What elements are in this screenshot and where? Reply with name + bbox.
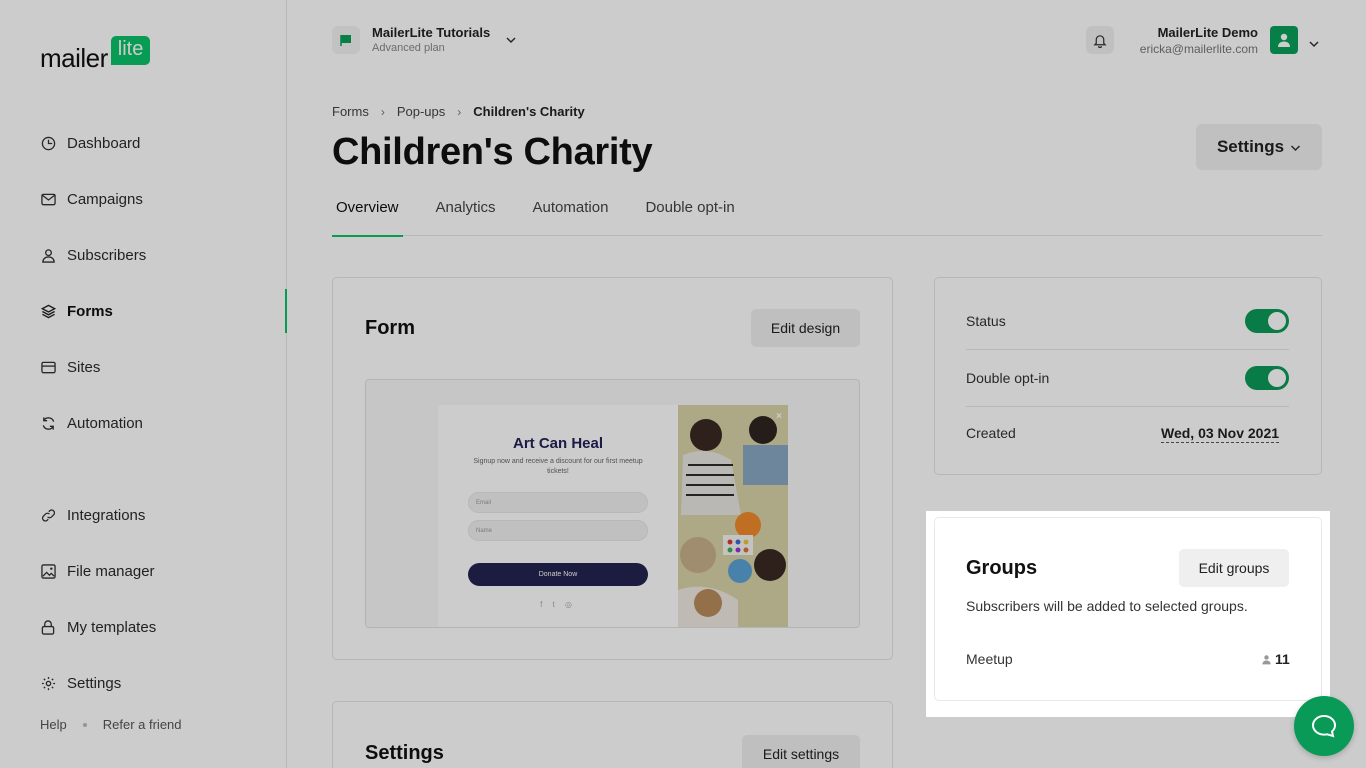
user-email: ericka@mailerlite.com [1139, 42, 1258, 56]
status-label: Status [966, 313, 1006, 329]
user-chevron-down-icon[interactable] [1309, 35, 1319, 53]
tab-analytics[interactable]: Analytics [432, 198, 500, 236]
sidebar: mailer lite Dashboard Campaigns Subscrib… [0, 0, 287, 768]
footer-separator [82, 722, 87, 727]
created-label: Created [966, 425, 1016, 441]
user-icon [40, 247, 56, 263]
double-optin-toggle[interactable] [1245, 366, 1289, 390]
link-icon [40, 507, 56, 523]
sidebar-item-label: Dashboard [67, 134, 141, 152]
active-nav-indicator [285, 289, 287, 333]
account-name: MailerLite Tutorials [372, 25, 491, 40]
popup-content: Art Can Heal Signup now and receive a di… [438, 405, 678, 627]
group-name: Meetup [966, 651, 1013, 667]
mailerlite-logo[interactable]: mailer lite [40, 36, 151, 73]
popup-image: × [678, 405, 788, 627]
user-name: MailerLite Demo [1157, 25, 1258, 40]
sidebar-footer: Help Refer a friend [40, 717, 182, 732]
tab-double-opt-in[interactable]: Double opt-in [641, 198, 738, 236]
group-count-value: 11 [1275, 651, 1290, 667]
chevron-right-icon: › [380, 104, 385, 119]
envelope-icon [40, 191, 56, 207]
chevron-down-icon [1290, 137, 1301, 157]
logo-badge: lite [110, 36, 151, 65]
sidebar-item-dashboard[interactable]: Dashboard [40, 131, 140, 155]
popup-donate-button: Donate Now [468, 563, 648, 586]
user-menu[interactable]: MailerLite Demo ericka@mailerlite.com [1140, 25, 1258, 56]
sidebar-item-subscribers[interactable]: Subscribers [40, 243, 146, 267]
account-switcher[interactable]: MailerLite Tutorials Advanced plan [332, 25, 516, 54]
groups-description: Subscribers will be added to selected gr… [966, 598, 1248, 614]
layers-icon [40, 303, 56, 319]
popup-title: Art Can Heal [512, 435, 604, 452]
sidebar-item-label: File manager [67, 562, 155, 580]
created-date: Wed, 03 Nov 2021 [1161, 425, 1280, 443]
popup-subtitle: Signup now and receive a discount for ou… [473, 458, 643, 475]
sidebar-item-label: Campaigns [67, 190, 143, 208]
form-card-title: Form [365, 317, 415, 339]
sidebar-item-label: My templates [67, 618, 157, 636]
refer-friend-link[interactable]: Refer a friend [103, 717, 182, 732]
gear-icon [40, 675, 56, 691]
sidebar-item-file-manager[interactable]: File manager [40, 559, 155, 583]
chevron-down-icon [506, 31, 516, 49]
settings-dropdown-button[interactable]: Settings [1196, 124, 1322, 170]
popup-email-field: Email [468, 492, 648, 513]
breadcrumb: Forms › Pop-ups › Children's Charity [332, 104, 585, 119]
status-toggle[interactable] [1245, 309, 1289, 333]
breadcrumb-forms[interactable]: Forms [332, 104, 369, 119]
social-icons: f t ◎ [540, 600, 576, 609]
groups-card-title: Groups [966, 557, 1038, 579]
popup-preview: Art Can Heal Signup now and receive a di… [438, 405, 788, 627]
sidebar-item-label: Settings [67, 674, 122, 692]
image-icon [40, 563, 56, 579]
settings-button-label: Settings [1216, 137, 1285, 156]
divider [966, 406, 1289, 407]
edit-settings-button[interactable]: Edit settings [742, 735, 860, 768]
tab-overview[interactable]: Overview [332, 198, 403, 237]
sidebar-item-forms[interactable]: Forms [40, 299, 113, 323]
lock-icon [40, 619, 56, 635]
sidebar-item-label: Subscribers [67, 246, 147, 264]
browser-icon [40, 359, 56, 375]
breadcrumb-current: Children's Charity [473, 104, 585, 119]
chevron-right-icon: › [457, 104, 462, 119]
edit-groups-button[interactable]: Edit groups [1179, 549, 1289, 587]
clock-icon [40, 135, 56, 151]
user-icon [1262, 654, 1271, 664]
sidebar-item-label: Integrations [67, 506, 146, 524]
breadcrumb-popups[interactable]: Pop-ups [397, 104, 445, 119]
double-optin-label: Double opt-in [966, 370, 1050, 386]
overlay [1330, 511, 1366, 717]
group-subscriber-count: 11 [1261, 651, 1290, 667]
divider [966, 349, 1289, 350]
sidebar-item-my-templates[interactable]: My templates [40, 615, 156, 639]
popup-name-field: Name [468, 520, 648, 541]
tab-bar: Overview Analytics Automation Double opt… [332, 198, 1322, 237]
sidebar-item-label: Sites [67, 358, 101, 376]
form-preview[interactable]: Art Can Heal Signup now and receive a di… [365, 379, 860, 628]
flag-icon [332, 25, 360, 54]
sidebar-item-label: Automation [67, 414, 143, 432]
close-icon: × [776, 411, 782, 422]
logo-text: mailer [40, 43, 108, 73]
tab-automation[interactable]: Automation [529, 198, 613, 236]
help-chat-button[interactable] [1294, 696, 1354, 756]
account-plan: Advanced plan [372, 42, 445, 54]
sidebar-item-integrations[interactable]: Integrations [40, 503, 145, 527]
sidebar-item-sites[interactable]: Sites [40, 355, 100, 379]
help-link[interactable]: Help [40, 717, 67, 732]
sidebar-item-settings[interactable]: Settings [40, 671, 121, 695]
sidebar-item-campaigns[interactable]: Campaigns [40, 187, 143, 211]
sidebar-item-automation[interactable]: Automation [40, 411, 143, 435]
avatar[interactable] [1270, 26, 1298, 54]
page-title: Children's Charity [332, 131, 653, 173]
refresh-icon [40, 415, 56, 431]
edit-design-button[interactable]: Edit design [751, 309, 860, 347]
notifications-bell-icon[interactable] [1086, 26, 1114, 54]
chat-bubble-icon [1311, 714, 1337, 738]
settings-card-title: Settings [365, 742, 444, 764]
sidebar-item-label: Forms [67, 302, 113, 320]
